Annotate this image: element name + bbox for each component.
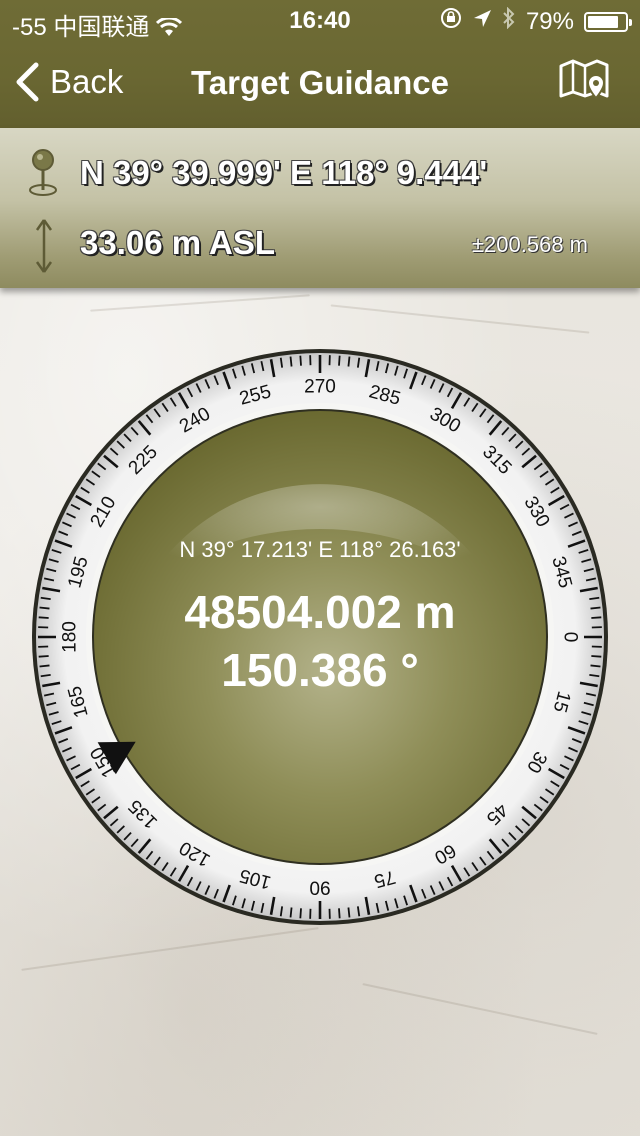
dial-tick bbox=[38, 655, 49, 658]
dial-tick bbox=[39, 606, 50, 610]
location-pin-icon bbox=[28, 148, 58, 203]
dial-tick bbox=[347, 907, 351, 918]
map-pin-icon bbox=[559, 59, 609, 100]
altitude-icon bbox=[34, 218, 54, 279]
dial-tick bbox=[591, 655, 602, 658]
dial-tick bbox=[289, 907, 293, 918]
dial-tick bbox=[299, 908, 302, 919]
dial-tick bbox=[590, 606, 601, 610]
dial-tick bbox=[38, 616, 49, 619]
dial-tick bbox=[347, 356, 351, 367]
dial-tick bbox=[591, 616, 602, 619]
dial-label: 0 bbox=[560, 632, 581, 643]
page-title: Target Guidance bbox=[191, 64, 449, 101]
status-bar: -55 中国联通 16:40 79% bbox=[0, 0, 640, 41]
compass-dial: 0 15 30 45 60 75 90 105 120 135 150 165 180 195 210 225… bbox=[30, 347, 610, 927]
battery-percent: 79% bbox=[525, 7, 574, 35]
dial-tick bbox=[338, 355, 341, 366]
dial-tick bbox=[299, 355, 302, 366]
dial-label: 270 bbox=[304, 377, 336, 398]
navigation-bar: -55 中国联通 16:40 79% Back Target Guidance bbox=[0, 0, 640, 128]
dial-tick bbox=[590, 664, 601, 668]
rotation-lock-icon bbox=[440, 7, 462, 36]
bluetooth-icon bbox=[502, 6, 516, 36]
altitude-value: 33.06 m ASL bbox=[80, 224, 276, 261]
accuracy-value: ±200.568 m bbox=[471, 232, 588, 257]
dial-tick bbox=[289, 356, 293, 367]
location-info-panel: N 39° 39.999' E 118° 9.444' 33.06 m ASL … bbox=[0, 128, 640, 288]
dial-label: 90 bbox=[309, 877, 330, 898]
current-coordinates: N 39° 39.999' E 118° 9.444' bbox=[80, 154, 488, 191]
dial-label: 180 bbox=[60, 621, 81, 653]
location-arrow-icon bbox=[472, 8, 492, 36]
compass-dial-graphic: 0153045607590105120135150165180195210225… bbox=[32, 349, 608, 925]
battery-icon bbox=[584, 11, 632, 32]
map-button[interactable] bbox=[558, 58, 610, 106]
dial-tick bbox=[39, 664, 50, 668]
dial-tick bbox=[338, 908, 341, 919]
